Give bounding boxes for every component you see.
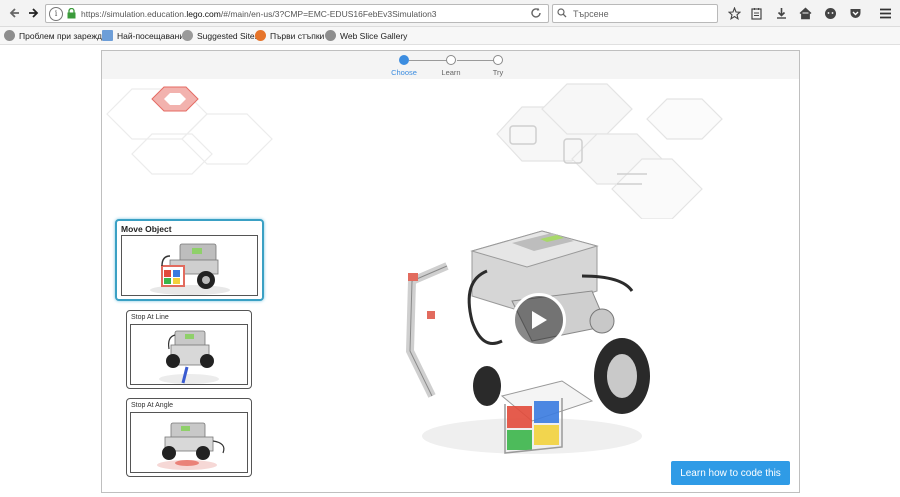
forward-button[interactable] bbox=[24, 4, 44, 22]
bookmark-item[interactable]: Първи стъпки bbox=[255, 30, 324, 41]
bookmark-label: Първи стъпки bbox=[270, 30, 325, 41]
card-thumbnail bbox=[121, 235, 258, 296]
bookmarks-bar: Проблем при зарежд... Най-посещавани Sug… bbox=[0, 27, 900, 45]
info-icon[interactable]: i bbox=[49, 6, 63, 21]
challenge-card-move-object[interactable]: Move Object bbox=[115, 219, 264, 301]
menu-icon[interactable] bbox=[877, 5, 893, 21]
step-connector bbox=[457, 60, 494, 61]
search-icon bbox=[557, 7, 569, 20]
url-text: https://simulation.education.lego.com/#/… bbox=[81, 9, 437, 19]
bookmark-item[interactable]: Най-посещавани bbox=[102, 30, 184, 41]
globe-icon bbox=[325, 30, 336, 41]
play-icon bbox=[532, 311, 547, 329]
url-suffix: /#/main/en-us/3?CMP=EMC-EDUS16FebEv3Simu… bbox=[220, 8, 437, 19]
card-thumbnail bbox=[130, 324, 248, 385]
learn-how-to-code-button[interactable]: Learn how to code this bbox=[671, 461, 790, 485]
pocket-icon[interactable] bbox=[847, 5, 863, 21]
hexagon-decoration bbox=[106, 83, 723, 219]
bookmark-item[interactable]: Suggested Sites bbox=[182, 30, 259, 41]
download-icon[interactable] bbox=[773, 5, 789, 21]
robot-stop-at-line-image bbox=[159, 330, 219, 384]
lock-icon[interactable] bbox=[66, 8, 76, 20]
back-arrow-icon bbox=[9, 8, 19, 18]
play-video-button[interactable] bbox=[512, 293, 566, 347]
browser-toolbar: i https://simulation.education.lego.com/… bbox=[0, 0, 900, 27]
bookmark-label: Проблем при зарежд... bbox=[19, 30, 110, 41]
challenge-card-stop-at-angle[interactable]: Stop At Angle bbox=[126, 398, 252, 477]
bookmark-label: Web Slice Gallery bbox=[340, 30, 408, 41]
robot-move-object-image bbox=[150, 243, 230, 295]
search-field[interactable]: Търсене bbox=[552, 4, 718, 23]
url-prefix: https://simulation.education. bbox=[81, 8, 187, 19]
simulation-frame: Choose Learn Try Move Object Stop At Lin… bbox=[101, 50, 800, 493]
step-label-try[interactable]: Try bbox=[478, 68, 518, 77]
step-progress: Choose Learn Try bbox=[102, 51, 799, 79]
card-title: Stop At Line bbox=[131, 314, 169, 321]
step-dot-learn[interactable] bbox=[446, 55, 456, 65]
firefox-icon bbox=[255, 30, 266, 41]
card-thumbnail bbox=[130, 412, 248, 473]
address-bar[interactable]: i https://simulation.education.lego.com/… bbox=[45, 4, 549, 23]
home-icon[interactable] bbox=[797, 5, 813, 21]
bookmark-star-icon[interactable] bbox=[726, 5, 742, 21]
robot-stop-at-angle-image bbox=[157, 422, 225, 470]
step-dot-try[interactable] bbox=[493, 55, 503, 65]
globe-icon bbox=[182, 30, 193, 41]
url-domain: lego.com bbox=[186, 8, 221, 19]
bookmark-item[interactable]: Web Slice Gallery bbox=[325, 30, 407, 41]
challenge-card-stop-at-line[interactable]: Stop At Line bbox=[126, 310, 252, 389]
chat-icon[interactable] bbox=[822, 5, 838, 21]
back-button[interactable] bbox=[4, 4, 24, 22]
card-title: Move Object bbox=[121, 224, 172, 234]
globe-icon bbox=[4, 30, 15, 41]
step-label-choose[interactable]: Choose bbox=[384, 68, 424, 77]
forward-arrow-icon bbox=[29, 8, 39, 18]
bookmark-label: Най-посещавани bbox=[117, 30, 185, 41]
search-placeholder: Търсене bbox=[573, 8, 609, 19]
reading-list-icon[interactable] bbox=[748, 5, 764, 21]
step-connector bbox=[409, 60, 447, 61]
step-dot-choose[interactable] bbox=[399, 55, 409, 65]
bookmark-label: Suggested Sites bbox=[197, 30, 259, 41]
folder-icon bbox=[102, 30, 113, 41]
card-title: Stop At Angle bbox=[131, 402, 174, 409]
reload-icon[interactable] bbox=[530, 7, 544, 21]
bookmark-item[interactable]: Проблем при зарежд... bbox=[4, 30, 109, 41]
step-label-learn[interactable]: Learn bbox=[431, 68, 471, 77]
